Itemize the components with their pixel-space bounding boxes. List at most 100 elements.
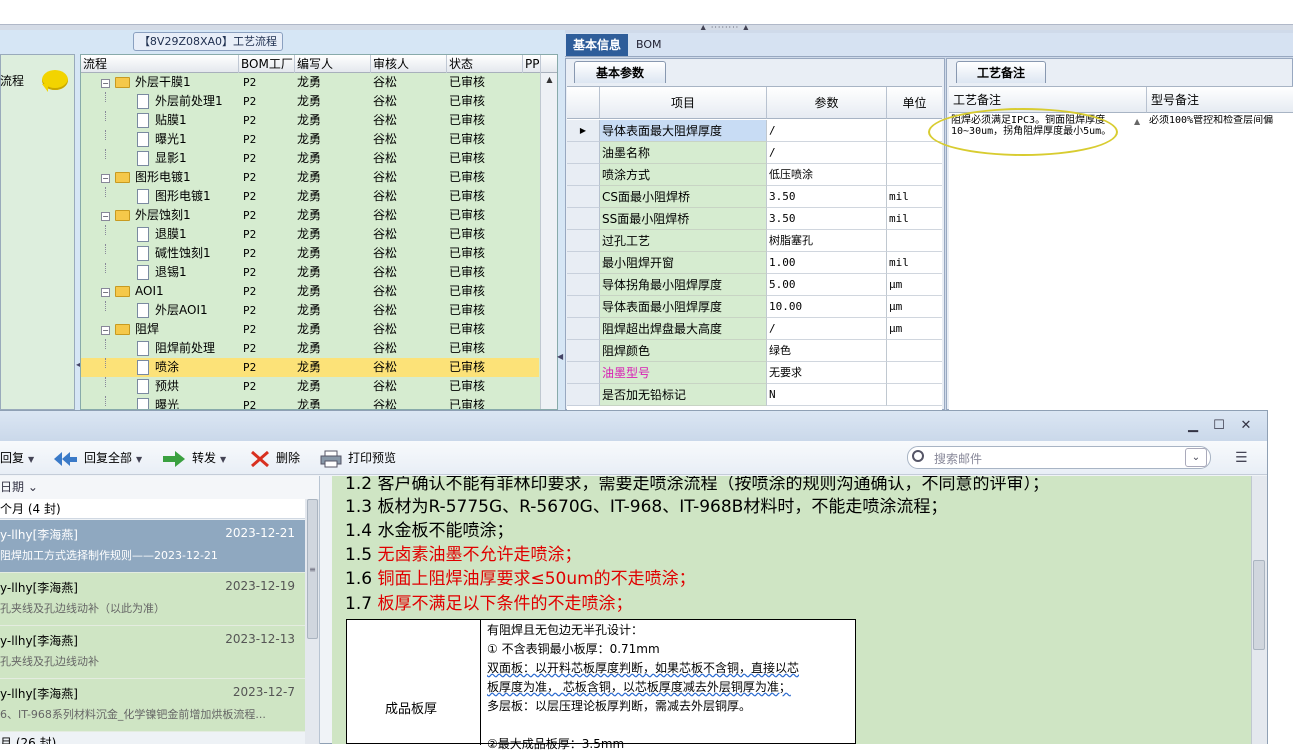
param-value[interactable]: 树脂塞孔 xyxy=(767,230,887,252)
reply-all-button[interactable]: 回复全部 ▼ xyxy=(52,447,142,469)
close-icon[interactable]: ✕ xyxy=(1236,416,1256,436)
mail-group-header[interactable]: 个月 (4 封) xyxy=(0,499,305,519)
tree-row[interactable]: 图形电镀1 P2 龙勇 谷松 已审核 xyxy=(81,187,539,206)
param-value[interactable]: / xyxy=(767,142,887,164)
column-header-model-note[interactable]: 型号备注 xyxy=(1147,87,1293,113)
scroll-thumb[interactable] xyxy=(1253,560,1265,650)
tree-scrollbar[interactable]: ▲ xyxy=(540,73,557,409)
param-row[interactable]: 最小阻焊开窗 1.00 mil xyxy=(567,252,942,274)
tree-row[interactable]: − AOI1 P2 龙勇 谷松 已审核 xyxy=(81,282,539,301)
param-row[interactable]: 阻焊超出焊盘最大高度 / μm xyxy=(567,318,942,340)
param-row[interactable]: 油墨名称 / xyxy=(567,142,942,164)
tree-row[interactable]: 退锡1 P2 龙勇 谷松 已审核 xyxy=(81,263,539,282)
param-row[interactable]: 阻焊颜色 绿色 xyxy=(567,340,942,362)
tree-row[interactable]: 曝光 P2 龙勇 谷松 已审核 xyxy=(81,396,539,409)
tree-row[interactable]: 曝光1 P2 龙勇 谷松 已审核 xyxy=(81,130,539,149)
collapse-toggle-icon[interactable]: − xyxy=(101,212,110,221)
column-header-factory[interactable]: BOM工厂 xyxy=(239,55,295,73)
chevron-down-icon[interactable]: ▼ xyxy=(28,455,34,464)
tree-row[interactable]: − 图形电镀1 P2 龙勇 谷松 已审核 xyxy=(81,168,539,187)
param-row[interactable]: 导体表面最小阻焊厚度 10.00 μm xyxy=(567,296,942,318)
param-row[interactable]: SS面最小阻焊桥 3.50 mil xyxy=(567,208,942,230)
tree-row[interactable]: 外层前处理1 P2 龙勇 谷松 已审核 xyxy=(81,92,539,111)
param-value[interactable]: N xyxy=(767,384,887,406)
collapse-toggle-icon[interactable]: − xyxy=(101,288,110,297)
column-header-param[interactable]: 参数 xyxy=(767,87,887,119)
column-header-reviewer[interactable]: 审核人 xyxy=(371,55,447,73)
tab-basic-info[interactable]: 基本信息 xyxy=(566,34,628,56)
scroll-up-icon[interactable]: ▲ xyxy=(541,73,557,87)
mail-titlebar[interactable] xyxy=(0,411,1267,441)
param-value[interactable]: / xyxy=(767,318,887,340)
param-row[interactable]: 喷涂方式 低压喷涂 xyxy=(567,164,942,186)
mail-list-item[interactable]: y-llhy[李海燕] 2023-12-13 孔夹线及孔边线动补 xyxy=(0,626,305,679)
tree-row[interactable]: 碱性蚀刻1 P2 龙勇 谷松 已审核 xyxy=(81,244,539,263)
param-value[interactable]: 1.00 xyxy=(767,252,887,274)
collapse-toggle-icon[interactable]: − xyxy=(101,326,110,335)
tree-row[interactable]: 喷涂 P2 龙勇 谷松 已审核 xyxy=(81,358,539,377)
param-row[interactable]: 导体拐角最小阻焊厚度 5.00 μm xyxy=(567,274,942,296)
mail-list-item[interactable]: y-llhy[李海燕] 2023-12-7 6、IT-968系列材料沉金_化学镍钯金… xyxy=(0,679,305,732)
collapse-toggle-icon[interactable]: − xyxy=(101,79,110,88)
chevron-down-icon[interactable]: ▼ xyxy=(136,455,142,464)
scroll-thumb[interactable]: ≡ xyxy=(307,499,318,639)
column-header-author[interactable]: 编写人 xyxy=(295,55,371,73)
param-value[interactable]: 绿色 xyxy=(767,340,887,362)
param-row[interactable]: 油墨型号 无要求 xyxy=(567,362,942,384)
param-row[interactable]: ▶ 导体表面最大阻焊厚度 / xyxy=(567,120,942,142)
column-header-status[interactable]: 状态 xyxy=(447,55,523,73)
tree-row[interactable]: 退膜1 P2 龙勇 谷松 已审核 xyxy=(81,225,539,244)
param-value[interactable]: 3.50 xyxy=(767,208,887,230)
row-selector[interactable] xyxy=(567,340,600,362)
param-value[interactable]: / xyxy=(767,120,887,142)
tab-basic-params[interactable]: 基本参数 xyxy=(574,61,666,83)
sort-header[interactable]: 日期 ⌄ xyxy=(0,476,319,499)
column-header-item[interactable]: 项目 xyxy=(600,87,767,119)
mail-group-header[interactable]: 月 (26 封) xyxy=(0,734,305,744)
column-header-flow[interactable]: 流程 xyxy=(81,55,239,73)
tree-row[interactable]: − 外层干膜1 P2 龙勇 谷松 已审核 xyxy=(81,73,539,92)
row-selector[interactable] xyxy=(567,186,600,208)
row-selector[interactable]: ▶ xyxy=(567,120,600,142)
row-selector[interactable] xyxy=(567,142,600,164)
scroll-up-icon[interactable]: ▲ xyxy=(1134,117,1140,126)
row-selector[interactable] xyxy=(567,230,600,252)
chevron-down-icon[interactable]: ⌄ xyxy=(28,480,38,494)
row-selector[interactable] xyxy=(567,274,600,296)
chevron-down-icon[interactable]: ▼ xyxy=(220,455,226,464)
delete-button[interactable]: 删除 xyxy=(250,447,300,469)
collapse-toggle-icon[interactable]: − xyxy=(101,174,110,183)
collapse-arrow-icon[interactable]: ◀ xyxy=(557,352,563,361)
param-value[interactable]: 5.00 xyxy=(767,274,887,296)
row-selector[interactable] xyxy=(567,208,600,230)
tree-row[interactable]: 显影1 P2 龙勇 谷松 已审核 xyxy=(81,149,539,168)
row-selector[interactable] xyxy=(567,252,600,274)
mail-list-item[interactable]: y-llhy[李海燕] 2023-12-21 阻焊加工方式选择制作规则——2023-… xyxy=(0,520,305,573)
param-value[interactable]: 10.00 xyxy=(767,296,887,318)
row-selector[interactable] xyxy=(567,296,600,318)
tree-row[interactable]: − 外层蚀刻1 P2 龙勇 谷松 已审核 xyxy=(81,206,539,225)
reply-button[interactable]: 回复 ▼ xyxy=(0,447,34,469)
tab-bom[interactable]: BOM xyxy=(636,34,676,56)
tree-row[interactable]: 预烘 P2 龙勇 谷松 已审核 xyxy=(81,377,539,396)
row-selector[interactable] xyxy=(567,318,600,340)
tab-process-notes[interactable]: 工艺备注 xyxy=(956,61,1046,83)
row-selector[interactable] xyxy=(567,164,600,186)
row-selector[interactable] xyxy=(567,362,600,384)
tree-row[interactable]: 贴膜1 P2 龙勇 谷松 已审核 xyxy=(81,111,539,130)
tree-row[interactable]: 阻焊前处理 P2 龙勇 谷松 已审核 xyxy=(81,339,539,358)
param-row[interactable]: 过孔工艺 树脂塞孔 xyxy=(567,230,942,252)
column-header-pp[interactable]: PP xyxy=(523,55,541,73)
minimize-icon[interactable]: ▁ xyxy=(1183,416,1203,436)
mail-list-item[interactable]: y-llhy[李海燕] 2023-12-19 孔夹线及孔边线动补（以此为准） xyxy=(0,573,305,626)
mail-list-scrollbar[interactable]: ≡ xyxy=(305,499,319,744)
maximize-icon[interactable]: ☐ xyxy=(1209,416,1229,436)
param-row[interactable]: 是否加无铅标记 N xyxy=(567,384,942,406)
search-options-icon[interactable]: ⌄ xyxy=(1185,448,1207,467)
param-value[interactable]: 3.50 xyxy=(767,186,887,208)
forward-button[interactable]: 转发 ▼ xyxy=(162,447,226,469)
left-nav-label[interactable]: 流程 xyxy=(0,72,30,89)
tree-row[interactable]: − 阻焊 P2 龙勇 谷松 已审核 xyxy=(81,320,539,339)
print-preview-button[interactable]: 打印预览 xyxy=(320,447,396,469)
menu-list-icon[interactable]: ☰ xyxy=(1235,451,1250,465)
